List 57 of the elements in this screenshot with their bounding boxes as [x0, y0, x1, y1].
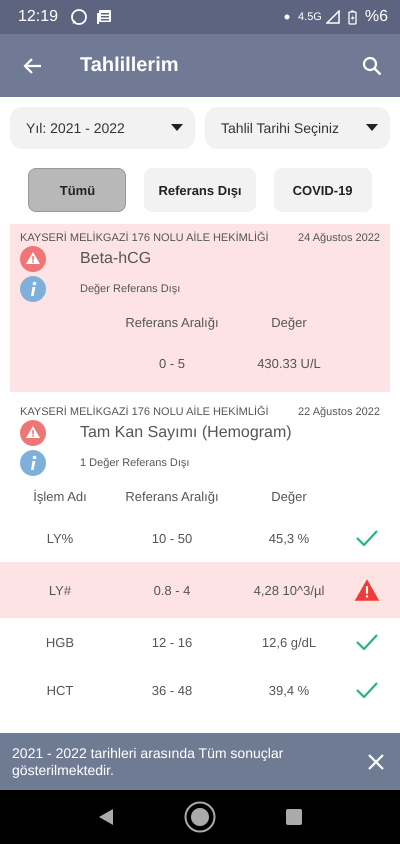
battery-icon — [348, 10, 357, 24]
column-header: Referans Aralığı — [124, 488, 220, 504]
snackbar-message: 2021 - 2022 tarihleri arasında Tüm sonuçlar gösterilmektedir. — [12, 744, 284, 778]
warning-icon — [20, 246, 46, 272]
caret-icon — [171, 124, 183, 132]
filter-dropdown[interactable]: Yıl: 2021 - 2022 — [10, 107, 195, 149]
network-label: 4.5G — [298, 11, 322, 23]
test-code: HGB — [44, 634, 76, 650]
facility-name: KAYSERİ MELİKGAZİ 176 NOLU AİLE HEKİMLİĞİ — [20, 406, 269, 418]
check-icon — [356, 530, 378, 546]
battery-level: %6 — [364, 8, 388, 26]
info-icon — [20, 276, 46, 302]
column-header: Referans Aralığı — [124, 314, 220, 330]
column-header: İşlem Adı — [32, 488, 88, 504]
reference-range: 10 - 50 — [150, 530, 194, 546]
test-code: LY# — [48, 582, 72, 598]
filter-dropdown[interactable]: Tahlil Tarihi Seçiniz — [205, 107, 390, 149]
reference-range: 0 - 5 — [158, 356, 186, 370]
news-icon — [96, 9, 112, 25]
caret-icon — [366, 124, 378, 132]
signal-icon — [326, 10, 340, 24]
back-nav-icon[interactable] — [98, 808, 114, 826]
chat-icon — [70, 8, 88, 26]
result-note: 1 Değer Referans Dışı — [80, 457, 190, 469]
search-icon[interactable] — [362, 56, 382, 76]
facility-name: KAYSERİ MELİKGAZİ 176 NOLU AİLE HEKİMLİĞİ — [20, 232, 269, 244]
result-date: 24 Ağustos 2022 — [298, 232, 380, 244]
reference-range: 12 - 16 — [150, 634, 194, 650]
result-value: 4,28 10^3/µl — [252, 582, 326, 598]
filter-tab[interactable]: Tümü — [28, 168, 126, 212]
close-icon[interactable] — [368, 754, 384, 770]
result-date: 22 Ağustos 2022 — [298, 406, 380, 418]
home-nav-icon[interactable] — [184, 801, 216, 833]
screen-title: Tahlillerim — [80, 54, 180, 77]
column-header: Değer — [270, 488, 308, 504]
result-card[interactable]: KAYSERİ MELİKGAZİ 176 NOLU AİLE HEKİMLİĞİ 24 Ağustos 2022 Beta-hCG Değer Referans Dışı Referans Aralığı Değer 0 - 5 430.33 U/L — [10, 224, 390, 392]
reference-range: 36 - 48 — [150, 682, 194, 698]
test-name: Tam Kan Sayımı (Hemogram) — [80, 424, 292, 442]
filter-tab[interactable]: COVID-19 — [274, 168, 372, 212]
status-time: 12:19 — [18, 8, 58, 26]
test-name: Beta-hCG — [80, 250, 152, 268]
info-icon — [20, 450, 46, 476]
result-value: 39,4 % — [268, 682, 310, 698]
test-code: HCT — [46, 682, 74, 698]
result-value: 45,3 % — [268, 530, 310, 546]
reference-range: 0.8 - 4 — [152, 582, 192, 598]
result-value: 12,6 g/dL — [260, 634, 318, 650]
dot-icon — [284, 14, 290, 20]
test-code: LY% — [46, 530, 74, 546]
check-icon — [356, 682, 378, 698]
back-icon[interactable] — [22, 56, 42, 74]
filter-tab[interactable]: Referans Dışı — [144, 168, 256, 212]
check-icon — [356, 634, 378, 650]
result-value: 430.33 U/L — [256, 356, 322, 370]
result-note: Değer Referans Dışı — [80, 283, 180, 295]
warning-icon — [20, 420, 46, 446]
column-header: Değer — [270, 314, 308, 330]
